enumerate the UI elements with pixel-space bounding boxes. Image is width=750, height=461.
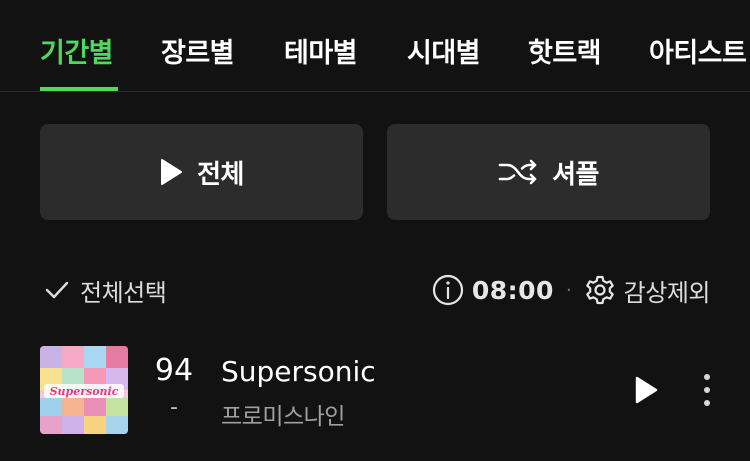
play-icon xyxy=(159,158,183,186)
play-all-button[interactable]: 전체 xyxy=(40,124,363,220)
song-rank: 94 xyxy=(154,353,194,388)
rank-change: - xyxy=(170,395,178,420)
list-controls: 전체선택 08:00 · 감상제외 xyxy=(0,268,750,312)
song-artist[interactable]: 프로미스나인 xyxy=(221,397,345,431)
album-art-text: Supersonic xyxy=(50,385,119,398)
separator: · xyxy=(565,279,572,301)
shuffle-button[interactable]: 셔플 xyxy=(387,124,710,220)
info-icon[interactable] xyxy=(432,274,464,306)
select-all-button[interactable]: 전체선택 xyxy=(44,268,167,312)
shuffle-icon xyxy=(498,158,538,186)
category-tab-bar: 기간별 장르별 테마별 시대별 핫트랙 아티스트 xyxy=(0,0,750,92)
tab-hottrack[interactable]: 핫트랙 xyxy=(528,31,602,70)
tab-era[interactable]: 시대별 xyxy=(407,31,481,70)
active-tab-indicator xyxy=(40,87,118,91)
more-vertical-icon xyxy=(697,371,717,409)
tab-artist[interactable]: 아티스트 xyxy=(649,31,747,70)
tab-period[interactable]: 기간별 xyxy=(40,31,114,70)
right-controls: 08:00 · 감상제외 xyxy=(432,268,711,312)
song-play-button[interactable] xyxy=(632,375,660,405)
exclude-label[interactable]: 감상제외 xyxy=(624,273,711,308)
shuffle-label: 셔플 xyxy=(552,159,599,190)
song-more-button[interactable] xyxy=(697,371,717,409)
gear-icon[interactable] xyxy=(584,274,616,306)
play-icon xyxy=(632,375,660,405)
timer-value[interactable]: 08:00 xyxy=(472,276,554,305)
album-art[interactable]: Supersonic xyxy=(40,346,128,434)
tab-genre[interactable]: 장르별 xyxy=(161,31,235,70)
tab-theme[interactable]: 테마별 xyxy=(284,31,358,70)
song-row[interactable]: Supersonic 94 - Supersonic 프로미스나인 xyxy=(0,345,750,435)
song-title[interactable]: Supersonic xyxy=(221,355,376,388)
checkmark-icon xyxy=(44,280,70,300)
play-all-label: 전체 xyxy=(197,159,244,190)
select-all-label: 전체선택 xyxy=(80,278,167,307)
